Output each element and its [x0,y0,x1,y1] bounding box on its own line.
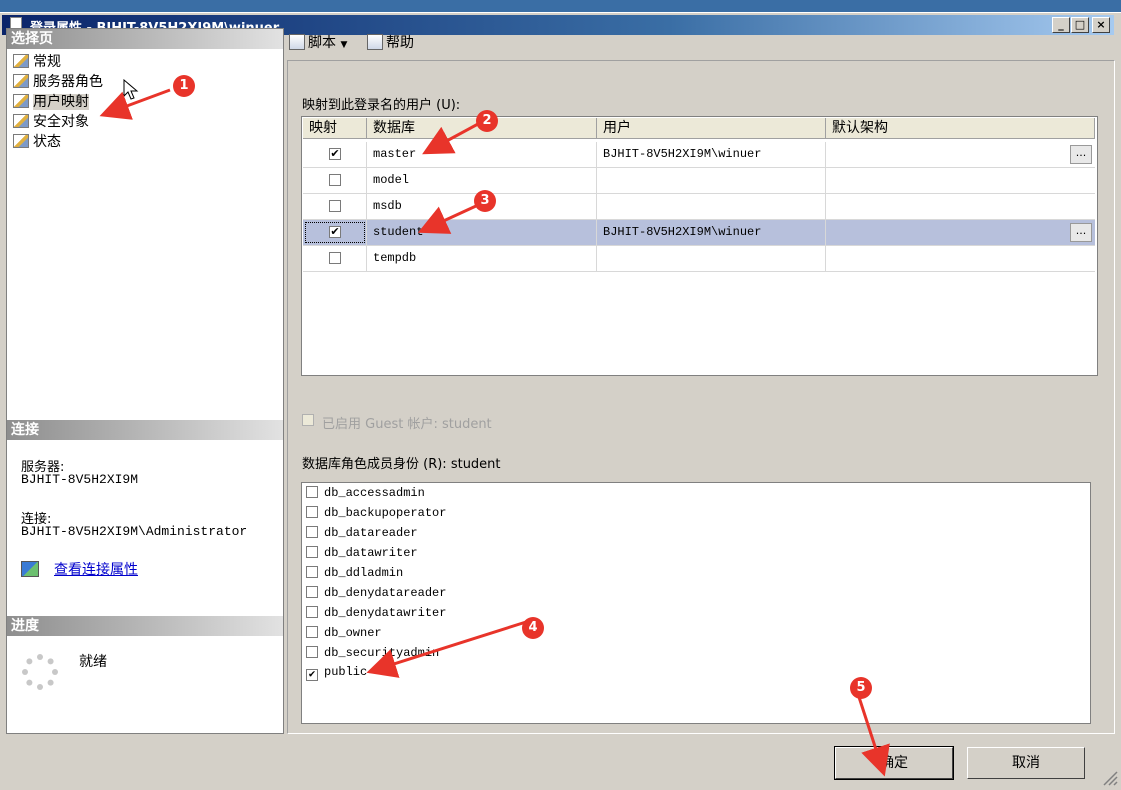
annotation-arrow-4 [366,620,527,678]
annotation-badge-3: 3 [474,190,496,212]
annotation-badge-1: 1 [173,75,195,97]
annotation-arrows [99,88,890,777]
annotation-badge-2: 2 [476,110,498,132]
annotation-arrow-5 [856,693,890,777]
annotation-arrow-3 [417,204,477,234]
annotation-arrow-1 [99,88,171,120]
annotation-arrow-2 [422,122,479,155]
annotation-badge-5: 5 [850,677,872,699]
annotation-badge-4: 4 [522,617,544,639]
